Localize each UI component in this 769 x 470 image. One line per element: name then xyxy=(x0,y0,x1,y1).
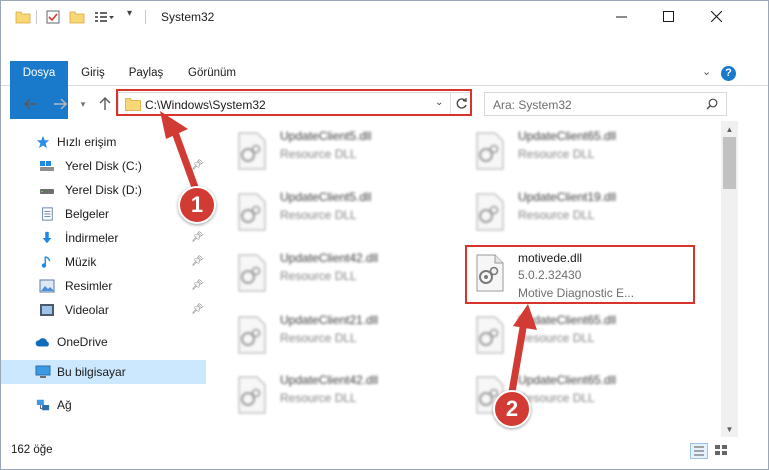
step-1-badge: 1 xyxy=(178,186,216,224)
arrow-1 xyxy=(160,111,200,194)
arrow-2 xyxy=(508,304,537,396)
annotation-arrows xyxy=(160,111,537,396)
step-2-badge: 2 xyxy=(493,390,531,428)
